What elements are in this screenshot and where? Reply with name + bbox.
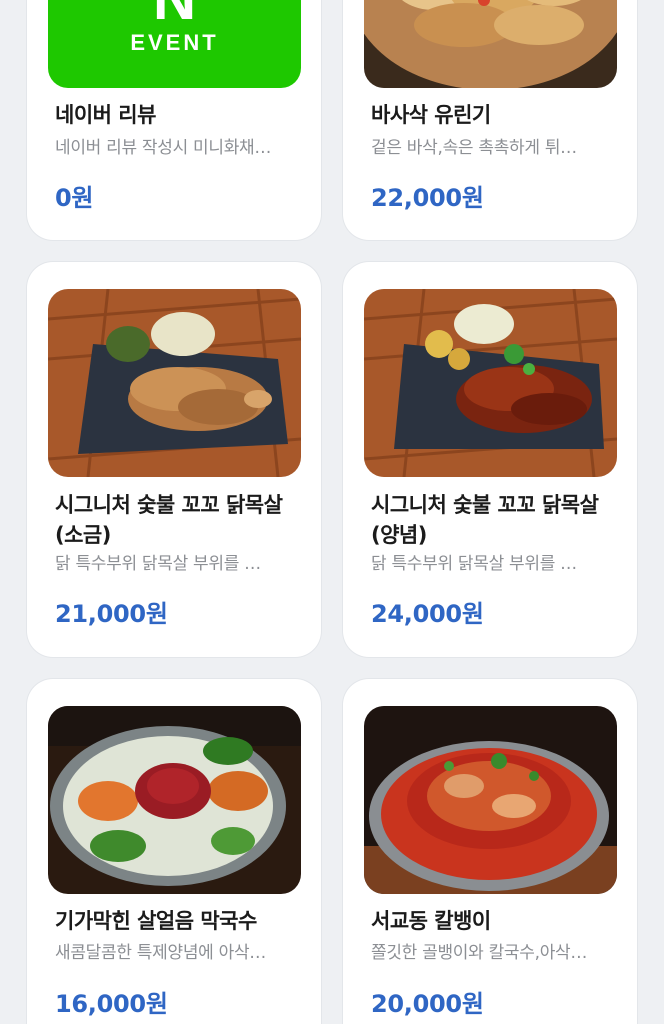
kalbaengi-image <box>364 706 617 894</box>
product-title-line-2: (양념) <box>371 523 427 547</box>
fried-chicken-image <box>364 0 617 88</box>
product-title: 시그니처 숯불 꼬꼬 닭목살 (양념) <box>371 490 623 550</box>
product-title: 기가막힌 살얼음 막국수 <box>55 909 257 933</box>
product-price: 22,000원 <box>371 184 484 212</box>
chicken-neck-salt-image <box>48 289 301 477</box>
product-title: 서교동 칼뱅이 <box>371 909 491 933</box>
product-description: 쫄깃한 골뱅이와 칼국수,아삭… <box>371 943 588 963</box>
product-card-kalbaengi[interactable]: 서교동 칼뱅이 쫄깃한 골뱅이와 칼국수,아삭… 20,000원 <box>343 679 637 1024</box>
makguksu-image <box>48 706 301 894</box>
product-card-chicken-neck-salt[interactable]: 시그니처 숯불 꼬꼬 닭목살 (소금) 닭 특수부위 닭목살 부위를 … 21,… <box>27 262 321 657</box>
product-description: 닭 특수부위 닭목살 부위를 … <box>371 554 577 574</box>
product-description: 새콤달콤한 특제양념에 아삭… <box>55 943 266 963</box>
product-description: 겉은 바삭,속은 촉촉하게 튀… <box>371 138 577 158</box>
product-price: 16,000원 <box>55 990 168 1018</box>
product-card-fried-chicken[interactable]: 바사삭 유린기 겉은 바삭,속은 촉촉하게 튀… 22,000원 <box>343 0 637 240</box>
product-grid: N EVENT 네이버 리뷰 네이버 리뷰 작성시 미니화채… 0원 바사삭 유 <box>0 0 664 1024</box>
event-label: EVENT <box>130 30 219 55</box>
product-title: 네이버 리뷰 <box>55 103 156 127</box>
product-price: 21,000원 <box>55 600 168 628</box>
product-description: 네이버 리뷰 작성시 미니화채… <box>55 138 272 158</box>
product-card-makguksu[interactable]: 기가막힌 살얼음 막국수 새콤달콤한 특제양념에 아삭… 16,000원 <box>27 679 321 1024</box>
product-title: 바사삭 유린기 <box>371 103 491 127</box>
product-title-line-2: (소금) <box>55 523 111 547</box>
naver-logo-icon: N <box>153 0 196 29</box>
product-title-line-1: 시그니처 숯불 꼬꼬 닭목살 <box>371 493 599 517</box>
chicken-neck-sauce-image <box>364 289 617 477</box>
product-price: 20,000원 <box>371 990 484 1018</box>
product-card-naver-review[interactable]: N EVENT 네이버 리뷰 네이버 리뷰 작성시 미니화채… 0원 <box>27 0 321 240</box>
product-price: 0원 <box>55 184 94 212</box>
product-price: 24,000원 <box>371 600 484 628</box>
product-title-line-1: 시그니처 숯불 꼬꼬 닭목살 <box>55 493 283 517</box>
naver-event-image: N EVENT <box>48 0 301 88</box>
product-title: 시그니처 숯불 꼬꼬 닭목살 (소금) <box>55 490 307 550</box>
product-description: 닭 특수부위 닭목살 부위를 … <box>55 554 261 574</box>
product-card-chicken-neck-sauce[interactable]: 시그니처 숯불 꼬꼬 닭목살 (양념) 닭 특수부위 닭목살 부위를 … 24,… <box>343 262 637 657</box>
